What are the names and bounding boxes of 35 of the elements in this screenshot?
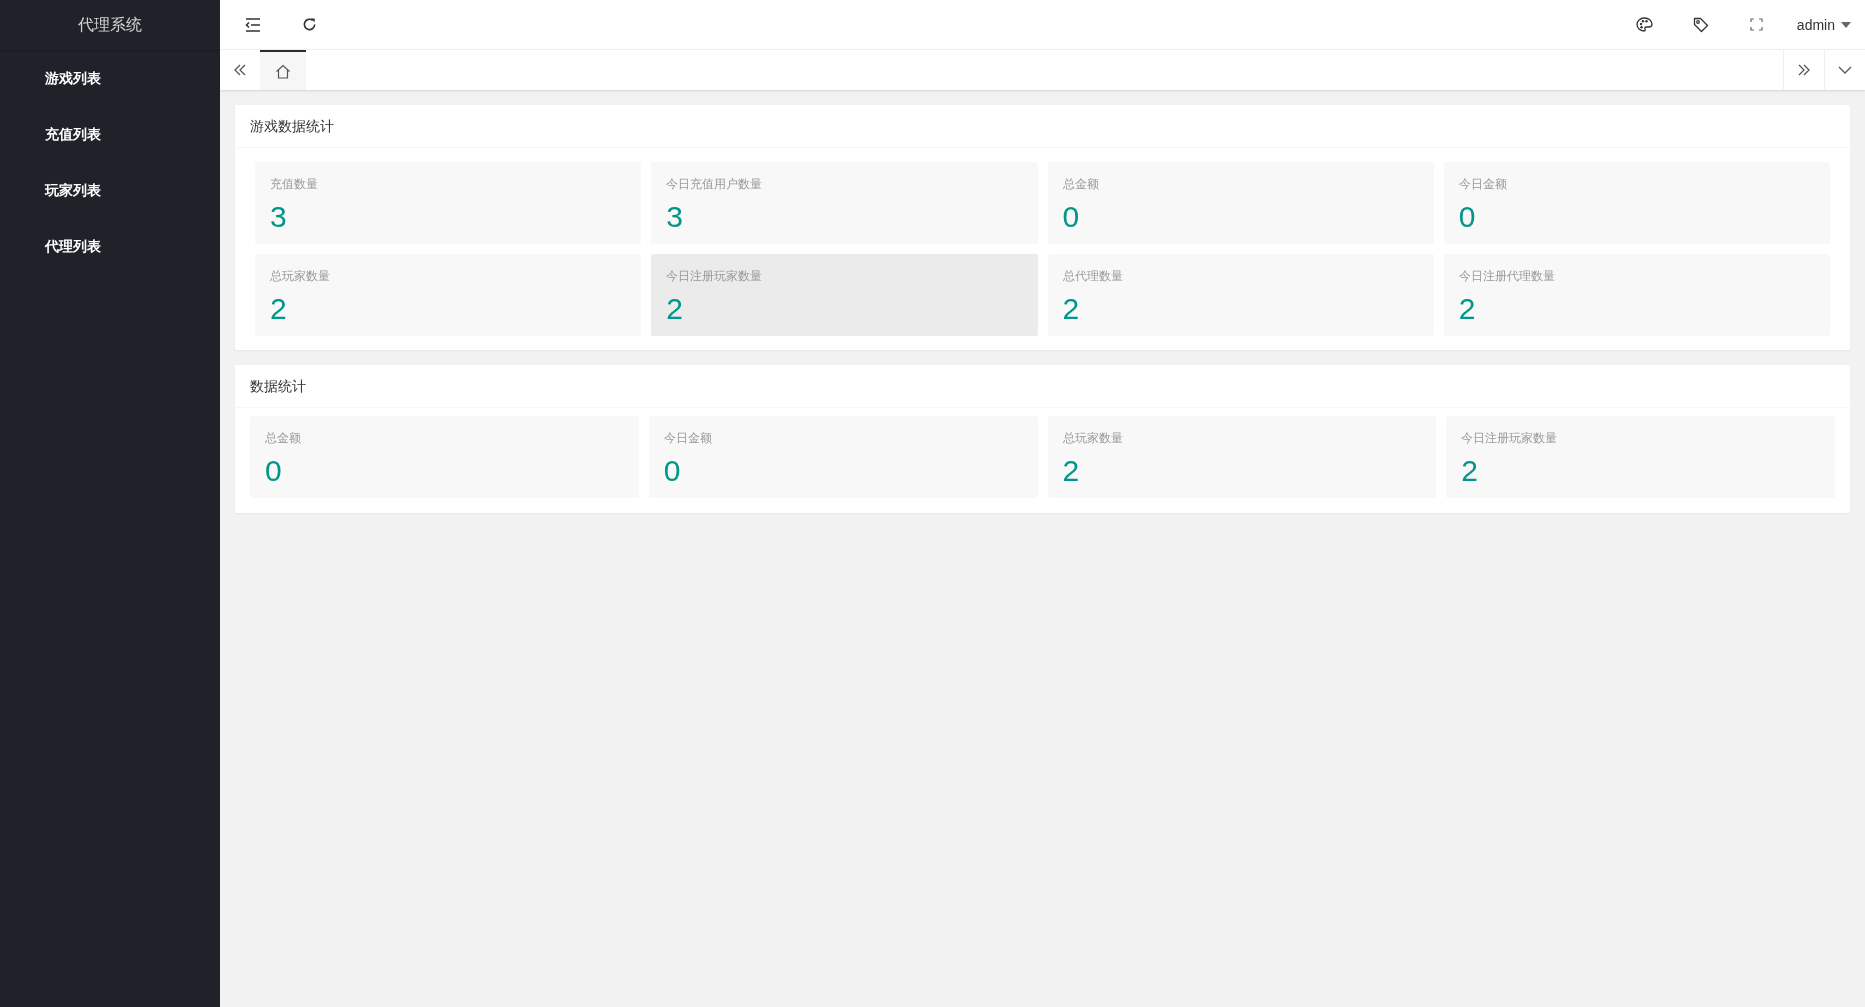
sidebar-item[interactable]: 代理列表: [0, 218, 220, 274]
sidebar-item[interactable]: 玩家列表: [0, 162, 220, 218]
stat-value: 3: [666, 199, 684, 235]
stat-label: 总金额: [1062, 176, 1100, 193]
stat-label: 今日金额: [663, 430, 713, 447]
user-menu[interactable]: admin: [1784, 16, 1855, 33]
stat-label: 总玩家数量: [270, 268, 331, 285]
stat-label: 今日金额: [1458, 176, 1508, 193]
stat-value: 2: [1062, 453, 1081, 489]
stat-value: 2: [270, 291, 288, 327]
stat-value: 3: [270, 199, 288, 235]
card-title: 数据统计: [235, 365, 1850, 408]
stat-value: 2: [666, 291, 684, 327]
stat-value: 2: [1461, 453, 1479, 489]
app-title: 代理系统: [0, 0, 220, 50]
stat-label: 今日注册玩家数量: [1461, 430, 1559, 447]
stat-value: 0: [1458, 199, 1477, 235]
stat-label: 总金额: [265, 430, 302, 447]
stat-value: 0: [1062, 199, 1081, 235]
stat-value: 2: [1062, 291, 1081, 327]
stat-label: 总代理数量: [1062, 268, 1124, 285]
stat-label: 今日注册代理数量: [1458, 268, 1556, 285]
stat-label: 今日充值用户数量: [666, 176, 764, 193]
home-tab[interactable]: [260, 50, 306, 90]
sidebar-item[interactable]: 游戏列表: [0, 50, 220, 106]
stat-label: 今日注册玩家数量: [666, 268, 764, 285]
stat-value: 2: [1458, 291, 1477, 327]
caret-icon[interactable]: [1841, 21, 1851, 28]
stat-label: 充值数量: [270, 176, 319, 193]
home-icon[interactable]: [275, 63, 291, 79]
stat-value: 0: [265, 453, 283, 489]
stat-label: 总玩家数量: [1062, 430, 1124, 447]
stat-value: 0: [663, 453, 682, 489]
card-title: 游戏数据统计: [235, 105, 1850, 148]
sidebar-item[interactable]: 充值列表: [0, 106, 220, 162]
